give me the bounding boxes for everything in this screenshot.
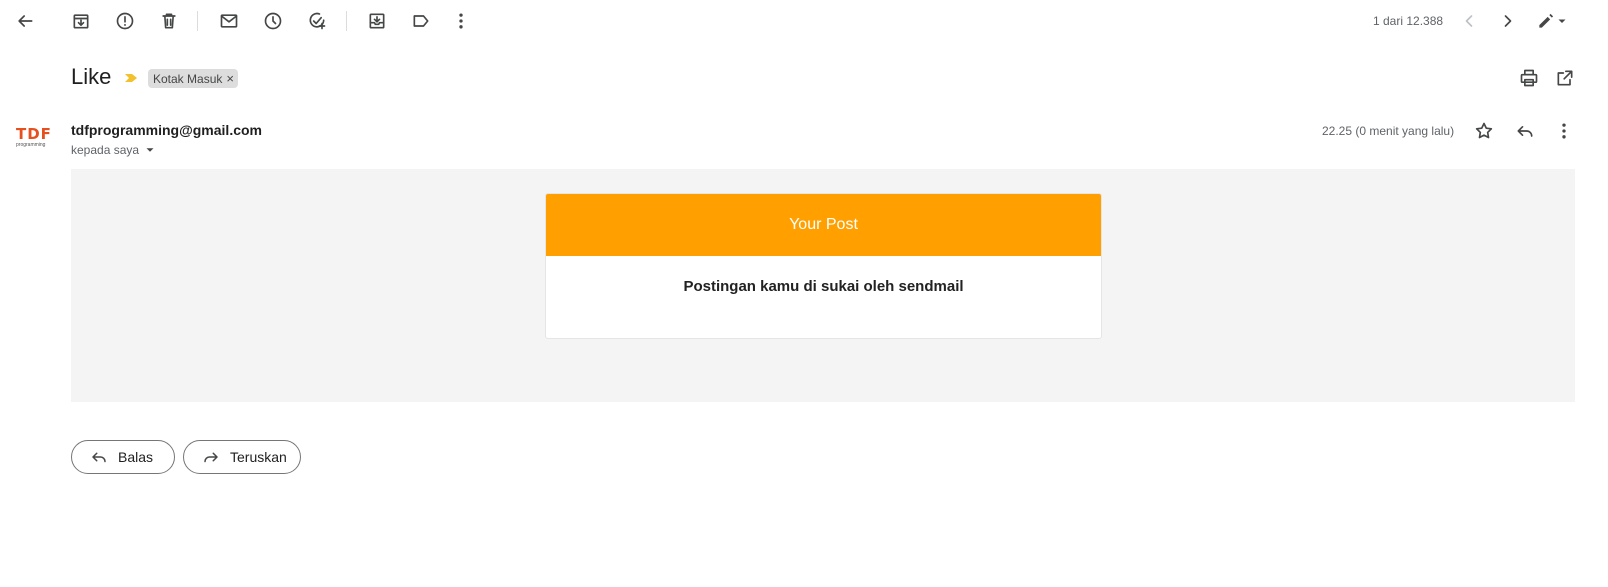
- labels-button[interactable]: [403, 3, 439, 39]
- back-button[interactable]: [7, 3, 43, 39]
- mail-icon: [220, 14, 238, 28]
- email-body: Your Post Postingan kamu di sukai oleh s…: [71, 169, 1575, 402]
- reply-icon: [92, 452, 106, 463]
- label-chip-text: Kotak Masuk: [153, 71, 223, 86]
- more-vert-icon: [459, 13, 463, 29]
- toolbar-divider: [346, 11, 347, 31]
- more-vert-icon: [1562, 123, 1566, 139]
- star-icon: [1475, 122, 1493, 139]
- add-to-tasks-button[interactable]: [299, 3, 335, 39]
- report-spam-button[interactable]: [107, 3, 143, 39]
- open-in-new-icon: [1557, 70, 1573, 86]
- sender-email[interactable]: tdfprogramming@gmail.com: [71, 122, 262, 138]
- message-more-options-button[interactable]: [1546, 113, 1582, 149]
- newer-button[interactable]: [1451, 3, 1487, 39]
- pencil-icon: [1539, 13, 1554, 28]
- recipient-details-toggle[interactable]: kepada saya: [71, 143, 157, 157]
- message-card: Your Post Postingan kamu di sukai oleh s…: [545, 193, 1102, 339]
- add-task-icon: [309, 12, 326, 30]
- star-button[interactable]: [1466, 113, 1502, 149]
- forward-button[interactable]: Teruskan: [183, 440, 301, 474]
- report-icon: [116, 12, 134, 30]
- forward-button-label: Teruskan: [230, 449, 287, 465]
- archive-icon: [73, 14, 89, 29]
- move-to-button[interactable]: [359, 3, 395, 39]
- open-new-window-button[interactable]: [1547, 60, 1583, 96]
- message-card-header: Your Post: [546, 194, 1101, 256]
- reply-icon-button[interactable]: [1507, 113, 1543, 149]
- print-button[interactable]: [1511, 60, 1547, 96]
- forward-icon: [204, 452, 218, 463]
- chevron-left-icon: [1465, 15, 1473, 27]
- delete-button[interactable]: [151, 3, 187, 39]
- label-chip-inbox: Kotak Masuk ×: [148, 69, 238, 88]
- avatar-logo-text: TDF: [16, 125, 52, 143]
- more-options-button[interactable]: [443, 3, 479, 39]
- reply-button[interactable]: Balas: [71, 440, 175, 474]
- chevron-right-icon: [1504, 15, 1512, 27]
- reply-button-label: Balas: [118, 449, 154, 465]
- email-subject: Like: [71, 64, 112, 89]
- archive-button[interactable]: [63, 3, 99, 39]
- importance-marker-icon[interactable]: [124, 73, 138, 83]
- label-icon: [413, 15, 429, 27]
- avatar: TDF programming: [16, 127, 56, 153]
- recipient-label: kepada saya: [71, 143, 140, 157]
- trash-icon: [162, 13, 176, 29]
- move-to-icon: [369, 13, 385, 29]
- clock-icon: [264, 12, 282, 30]
- email-timestamp: 22.25 (0 menit yang lalu): [1322, 124, 1455, 138]
- reply-icon: [1517, 126, 1533, 137]
- remove-label-icon[interactable]: ×: [226, 72, 234, 85]
- snooze-button[interactable]: [255, 3, 291, 39]
- print-icon: [1520, 69, 1538, 87]
- arrow-left-icon: [18, 15, 33, 27]
- toolbar-divider: [197, 11, 198, 31]
- older-button[interactable]: [1490, 3, 1526, 39]
- input-tools-button[interactable]: [1530, 3, 1574, 39]
- message-card-text: Postingan kamu di sukai oleh sendmail: [683, 278, 964, 295]
- dropdown-arrow-icon: [1558, 19, 1566, 23]
- mark-unread-button[interactable]: [211, 3, 247, 39]
- message-counter: 1 dari 12.388: [1373, 14, 1444, 28]
- dropdown-arrow-icon: [146, 148, 154, 152]
